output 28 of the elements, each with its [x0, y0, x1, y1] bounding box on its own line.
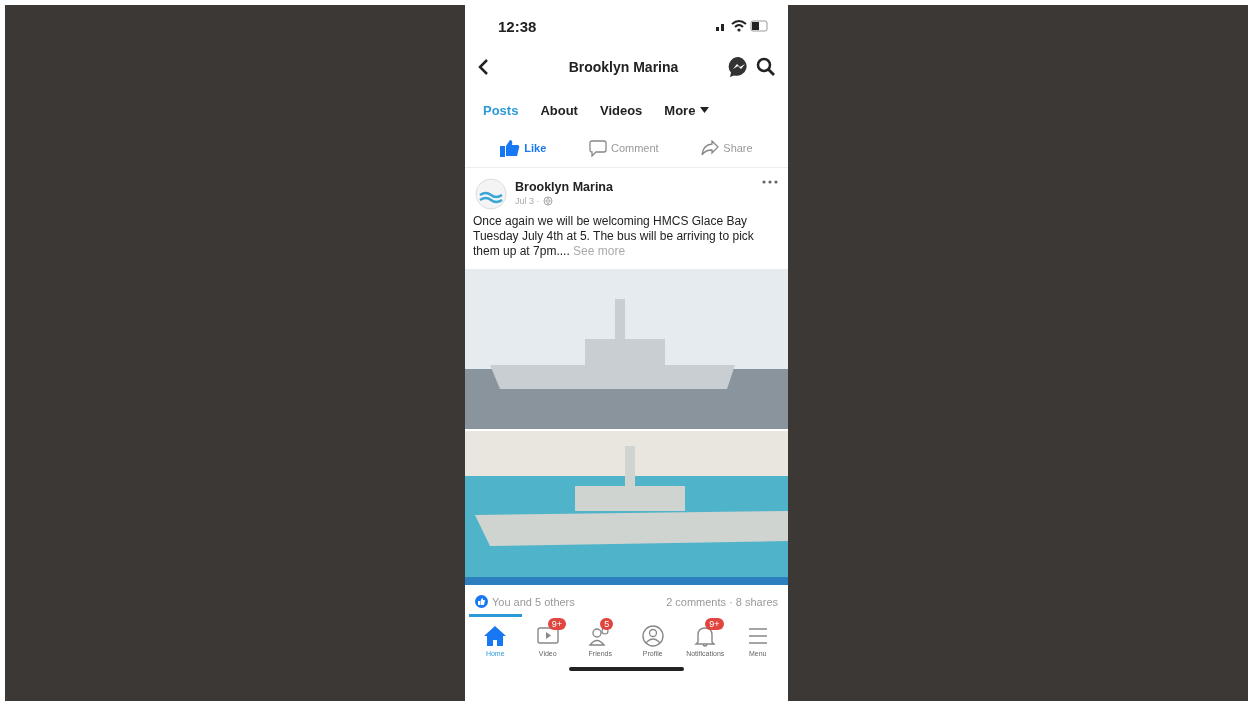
status-icons — [714, 19, 770, 33]
house-icon — [483, 625, 508, 647]
share-arrow-icon — [701, 140, 720, 156]
messenger-icon[interactable] — [728, 56, 750, 78]
notification-badge: 9+ — [547, 618, 566, 630]
caret-icon — [700, 107, 710, 113]
bell-icon — [693, 625, 718, 647]
page-tab[interactable]: Videos — [591, 98, 651, 122]
post-date: Jul 3 · — [515, 196, 540, 206]
speech-bubble-icon — [588, 139, 607, 157]
search-icon[interactable] — [756, 57, 776, 77]
page-tab[interactable]: More — [656, 98, 718, 122]
globe-icon — [542, 196, 553, 206]
post-author[interactable]: Brooklyn Marina — [515, 180, 613, 194]
more-options-icon[interactable] — [762, 180, 778, 184]
back-icon[interactable] — [477, 58, 491, 76]
person-circle-icon — [640, 625, 665, 647]
page-title: Brooklyn Marina — [567, 59, 680, 75]
page-tab[interactable]: About — [532, 98, 586, 122]
like-button[interactable]: Like — [496, 137, 551, 159]
status-time: 12:38 — [498, 17, 537, 35]
wave-logo-avatar — [475, 178, 507, 210]
video-icon — [535, 625, 560, 647]
post-text: Once again we will be welcoming HMCS Glace Bay Tuesday July 4th at 5. The bus will be arriving to pick them up at 7pm.... See more — [472, 214, 755, 259]
notification-badge: 9+ — [705, 618, 724, 630]
like-reaction-icon — [475, 595, 488, 608]
thumbs-up-icon — [500, 139, 521, 157]
notification-badge: 5 — [600, 618, 614, 630]
